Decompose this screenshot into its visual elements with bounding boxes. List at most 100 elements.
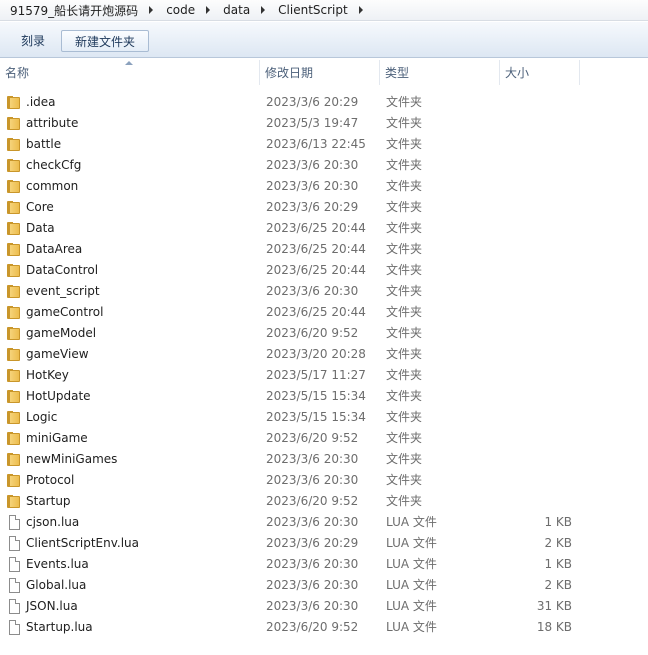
file-type: 文件夹 <box>386 242 423 256</box>
file-name: HotKey <box>26 368 69 382</box>
file-type: 文件夹 <box>386 347 423 361</box>
file-list-row[interactable]: Startup.lua 2023/6/20 9:52 LUA 文件 18 KB <box>0 617 648 638</box>
file-name: gameView <box>26 347 89 361</box>
command-bar: 刻录 新建文件夹 <box>0 22 648 58</box>
folder-icon <box>7 284 21 299</box>
file-date: 2023/3/6 20:30 <box>266 578 359 592</box>
file-type: 文件夹 <box>386 326 423 340</box>
file-name: .idea <box>26 95 56 109</box>
file-type: 文件夹 <box>386 431 423 445</box>
file-size: 31 KB <box>536 599 572 613</box>
column-date-header[interactable]: 修改日期 <box>260 60 379 85</box>
file-list-row[interactable]: battle 2023/6/13 22:45 文件夹 <box>0 134 648 155</box>
column-size-header[interactable]: 大小 <box>500 60 579 85</box>
file-list-row[interactable]: JSON.lua 2023/3/6 20:30 LUA 文件 31 KB <box>0 596 648 617</box>
file-date: 2023/3/6 20:29 <box>266 536 359 550</box>
file-list-row[interactable]: gameView 2023/3/20 20:28 文件夹 <box>0 344 648 365</box>
file-name: DataControl <box>26 263 99 277</box>
file-name: Core <box>26 200 54 214</box>
file-list-row[interactable]: HotUpdate 2023/5/15 15:34 文件夹 <box>0 386 648 407</box>
file-type: 文件夹 <box>386 410 423 424</box>
folder-icon <box>7 431 21 446</box>
file-list-row[interactable]: Global.lua 2023/3/6 20:30 LUA 文件 2 KB <box>0 575 648 596</box>
file-list-row[interactable]: gameModel 2023/6/20 9:52 文件夹 <box>0 323 648 344</box>
file-list-row[interactable]: DataArea 2023/6/25 20:44 文件夹 <box>0 239 648 260</box>
file-list-row[interactable]: Startup 2023/6/20 9:52 文件夹 <box>0 491 648 512</box>
column-divider[interactable] <box>579 60 580 85</box>
new-folder-button[interactable]: 新建文件夹 <box>61 30 149 52</box>
file-type: 文件夹 <box>386 179 423 193</box>
file-icon <box>9 578 20 593</box>
file-date: 2023/6/25 20:44 <box>266 221 366 235</box>
file-list-row[interactable]: cjson.lua 2023/3/6 20:30 LUA 文件 1 KB <box>0 512 648 533</box>
folder-icon <box>7 473 21 488</box>
folder-icon <box>7 95 21 110</box>
file-type: LUA 文件 <box>386 620 437 634</box>
file-type: 文件夹 <box>386 389 423 403</box>
file-date: 2023/5/15 15:34 <box>266 389 366 403</box>
file-size: 18 KB <box>536 620 572 634</box>
file-name: Startup.lua <box>26 620 93 634</box>
file-list-row[interactable]: newMiniGames 2023/3/6 20:30 文件夹 <box>0 449 648 470</box>
file-list-row[interactable]: event_script 2023/3/6 20:30 文件夹 <box>0 281 648 302</box>
chevron-right-icon[interactable] <box>149 6 154 14</box>
file-type: LUA 文件 <box>386 578 437 592</box>
file-list-row[interactable]: Logic 2023/5/15 15:34 文件夹 <box>0 407 648 428</box>
file-list-row[interactable]: attribute 2023/5/3 19:47 文件夹 <box>0 113 648 134</box>
file-list-row[interactable]: Data 2023/6/25 20:44 文件夹 <box>0 218 648 239</box>
file-list-row[interactable]: DataControl 2023/6/25 20:44 文件夹 <box>0 260 648 281</box>
file-list-row[interactable]: common 2023/3/6 20:30 文件夹 <box>0 176 648 197</box>
file-date: 2023/3/6 20:30 <box>266 284 359 298</box>
file-date: 2023/3/6 20:29 <box>266 200 359 214</box>
file-name: HotUpdate <box>26 389 91 403</box>
folder-icon <box>7 158 21 173</box>
file-name: battle <box>26 137 62 151</box>
file-date: 2023/5/15 15:34 <box>266 410 366 424</box>
chevron-right-icon[interactable] <box>358 6 363 14</box>
file-type: 文件夹 <box>386 263 423 277</box>
folder-icon <box>7 221 21 236</box>
file-list-row[interactable]: HotKey 2023/5/17 11:27 文件夹 <box>0 365 648 386</box>
file-list-row[interactable]: Protocol 2023/3/6 20:30 文件夹 <box>0 470 648 491</box>
file-date: 2023/3/6 20:30 <box>266 557 359 571</box>
file-icon <box>9 620 20 635</box>
file-name: Protocol <box>26 473 75 487</box>
file-list-row[interactable]: .idea 2023/3/6 20:29 文件夹 <box>0 92 648 113</box>
chevron-right-icon[interactable] <box>261 6 266 14</box>
file-icon <box>9 557 20 572</box>
breadcrumb-item[interactable]: ClientScript <box>276 3 350 17</box>
chevron-right-icon[interactable] <box>206 6 211 14</box>
file-list-row[interactable]: miniGame 2023/6/20 9:52 文件夹 <box>0 428 648 449</box>
file-name: Startup <box>26 494 71 508</box>
file-list-row[interactable]: Core 2023/3/6 20:29 文件夹 <box>0 197 648 218</box>
folder-icon <box>7 116 21 131</box>
file-type: 文件夹 <box>386 473 423 487</box>
file-type: 文件夹 <box>386 284 423 298</box>
file-type: 文件夹 <box>386 137 423 151</box>
column-type-header[interactable]: 类型 <box>380 60 499 85</box>
breadcrumb-item[interactable]: data <box>221 3 252 17</box>
folder-icon <box>7 326 21 341</box>
file-date: 2023/3/6 20:30 <box>266 599 359 613</box>
file-list-row[interactable]: ClientScriptEnv.lua 2023/3/6 20:29 LUA 文件 2… <box>0 533 648 554</box>
file-list-row[interactable]: Events.lua 2023/3/6 20:30 LUA 文件 1 KB <box>0 554 648 575</box>
burn-button[interactable]: 刻录 <box>15 30 51 52</box>
column-name-header[interactable]: 名称 <box>0 60 259 85</box>
file-list-row[interactable]: gameControl 2023/6/25 20:44 文件夹 <box>0 302 648 323</box>
file-list-row[interactable]: checkCfg 2023/3/6 20:30 文件夹 <box>0 155 648 176</box>
breadcrumb-item[interactable]: code <box>164 3 197 17</box>
file-name: common <box>26 179 79 193</box>
file-name: Logic <box>26 410 58 424</box>
folder-icon <box>7 137 21 152</box>
file-date: 2023/6/25 20:44 <box>266 263 366 277</box>
folder-icon <box>7 179 21 194</box>
file-size: 1 KB <box>544 557 572 571</box>
breadcrumb-item[interactable]: 91579_船长请开炮源码 <box>8 2 140 19</box>
file-name: Data <box>26 221 55 235</box>
address-bar[interactable]: 91579_船长请开炮源码 code data ClientScript <box>0 0 648 21</box>
file-name: cjson.lua <box>26 515 80 529</box>
file-date: 2023/6/25 20:44 <box>266 305 366 319</box>
file-name: Global.lua <box>26 578 87 592</box>
file-name: gameModel <box>26 326 97 340</box>
folder-icon <box>7 200 21 215</box>
